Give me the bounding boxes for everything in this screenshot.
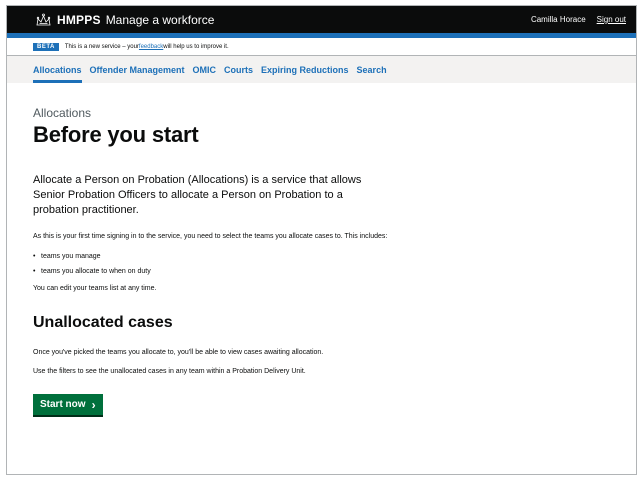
nav-item-courts[interactable]: Courts [224,56,253,83]
nav-item-expiring-reductions[interactable]: Expiring Reductions [261,56,349,83]
section-title: Unallocated cases [33,314,173,331]
phase-text-before: This is a new service – your [64,43,139,50]
nav-item-allocations[interactable]: Allocations [33,56,82,83]
beta-tag: BETA [33,42,59,51]
unallocated-paragraph-2: Use the filters to see the unallocated c… [33,368,306,375]
user-name: Camilla Horace [530,15,586,24]
start-now-button[interactable]: Start now › [33,394,103,415]
page-title: Before you start [33,122,199,147]
nav-item-search[interactable]: Search [357,56,387,83]
main-content: Allocations Before you start Allocate a … [7,83,636,415]
list-item: teams you manage [33,249,610,264]
intro-paragraph: As this is your first time signing in to… [33,233,388,240]
nav-item-offender-management[interactable]: Offender Management [90,56,185,83]
feedback-link[interactable]: feedback [139,44,163,50]
site-header: HMPPS Manage a workforce Camilla Horace … [7,6,636,33]
chevron-right-icon: › [91,397,96,412]
list-item: teams you allocate to when on duty [33,264,610,279]
sign-out-link[interactable]: Sign out [597,15,626,24]
header-user-area: Camilla Horace Sign out [531,15,626,24]
browser-frame: HMPPS Manage a workforce Camilla Horace … [6,5,637,475]
primary-navigation: Allocations Offender Management OMIC Cou… [7,56,636,83]
start-button-label: Start now [40,399,86,410]
phase-text-after: will help us to improve it. [163,43,229,50]
edit-note: You can edit your teams list at any time… [33,285,157,292]
teams-list: teams you manage teams you allocate to w… [33,249,610,279]
unallocated-paragraph-1: Once you've picked the teams you allocat… [33,349,324,356]
nav-item-omic[interactable]: OMIC [193,56,217,83]
lead-paragraph: Allocate a Person on Probation (Allocati… [33,174,362,216]
page-caption: Allocations [33,106,92,120]
brand-name[interactable]: HMPPS [57,13,101,27]
crown-icon [36,13,51,25]
phase-banner: BETA This is a new service – your feedba… [7,38,636,56]
service-name[interactable]: Manage a workforce [106,13,215,27]
